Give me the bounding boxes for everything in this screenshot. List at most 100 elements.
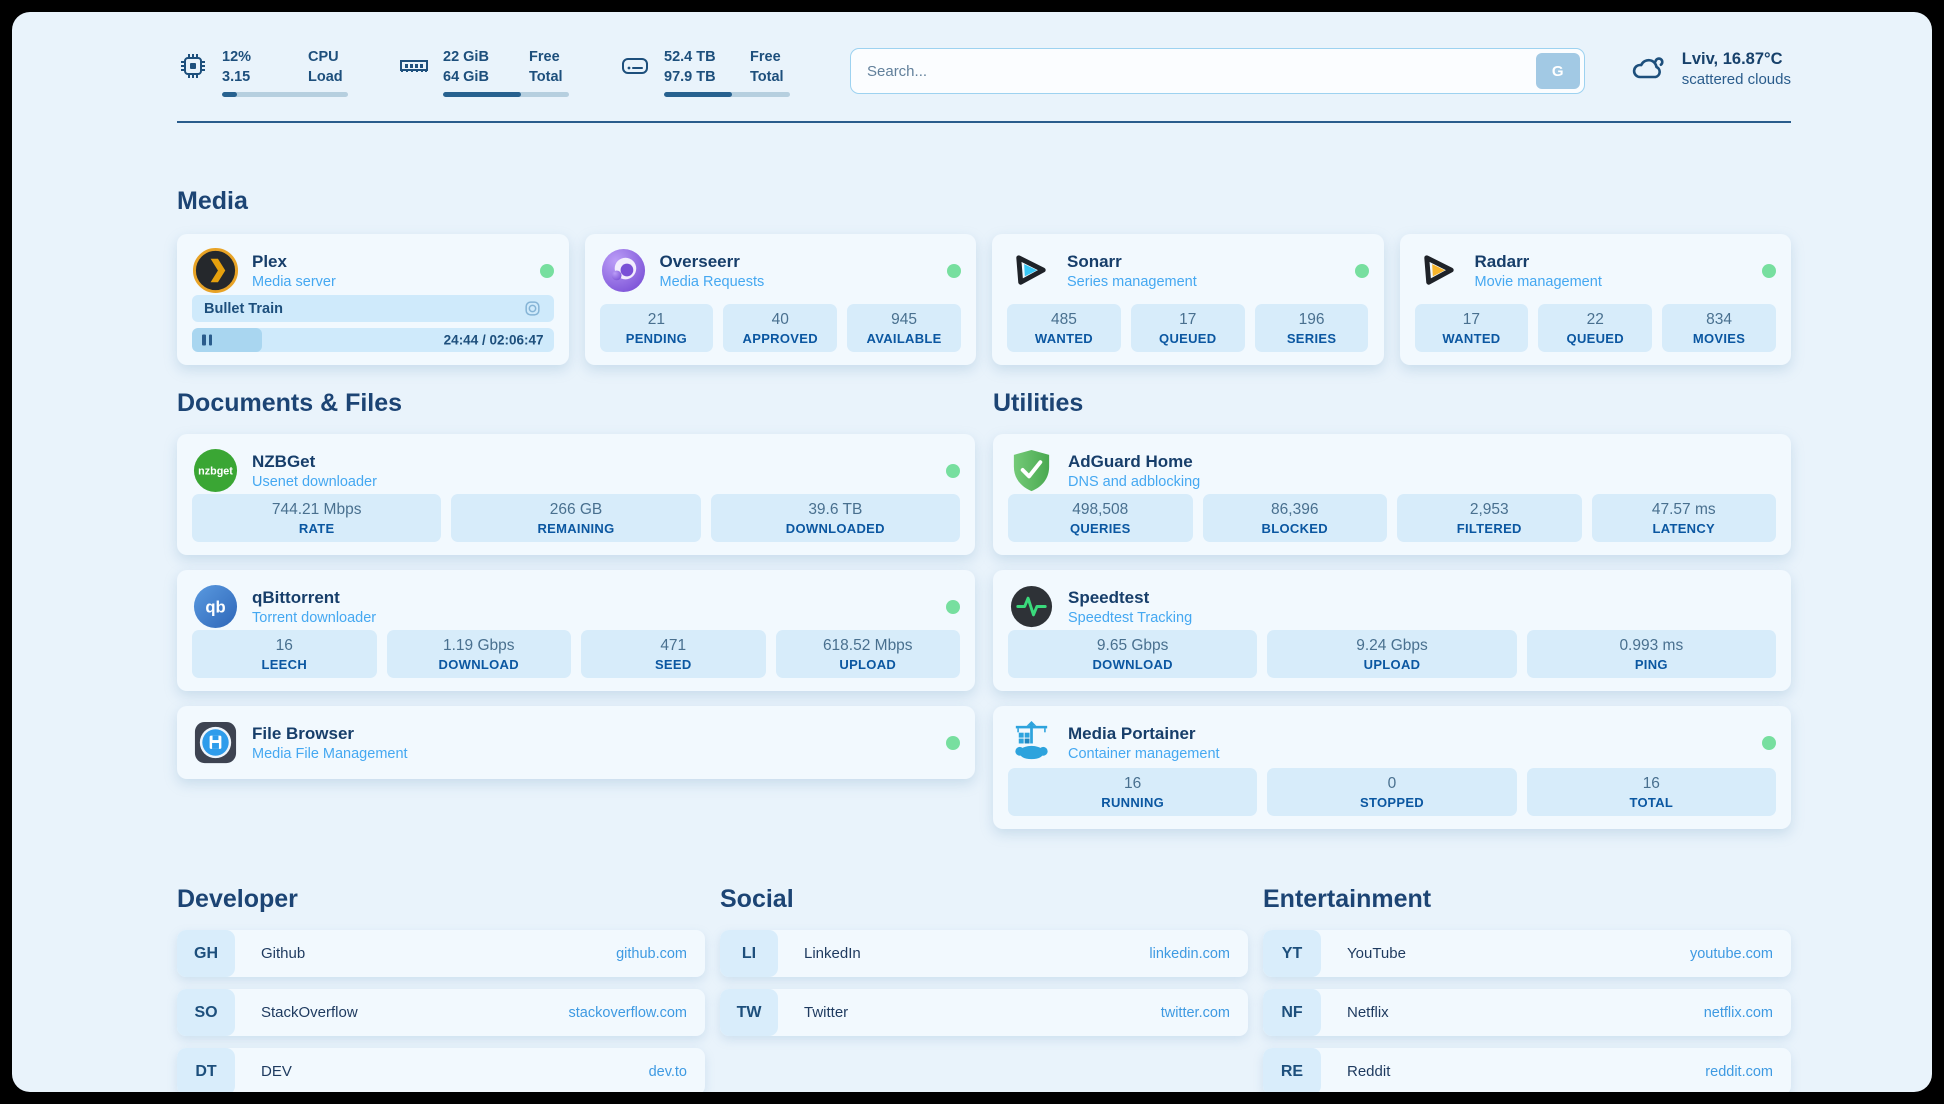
stat-leech: 16 LEECH <box>192 630 377 678</box>
playback-time: 24:44 / 02:06:47 <box>444 333 544 348</box>
cpu-icon <box>177 50 209 82</box>
stat-queries: 498,508 QUERIES <box>1008 494 1193 542</box>
app-description: Series management <box>1067 274 1197 290</box>
app-card-adguard[interactable]: AdGuard Home DNS and adblocking 498,508 … <box>993 434 1791 555</box>
disk-total-label: Total <box>750 68 802 88</box>
search-bar: G <box>850 48 1585 94</box>
app-description: Speedtest Tracking <box>1068 610 1192 626</box>
app-name: NZBGet <box>252 452 377 472</box>
status-dot <box>1762 736 1776 750</box>
svg-text:nzbget: nzbget <box>198 466 233 478</box>
bookmark-twitter[interactable]: TW Twitter twitter.com <box>720 989 1248 1036</box>
stat-upload: 9.24 Gbps UPLOAD <box>1267 630 1516 678</box>
app-description: Container management <box>1068 746 1220 762</box>
bookmark-url[interactable]: netflix.com <box>1704 1005 1773 1021</box>
stat-download: 1.19 Gbps DOWNLOAD <box>387 630 572 678</box>
bookmark-reddit[interactable]: RE Reddit reddit.com <box>1263 1048 1791 1092</box>
app-card-filebrowser[interactable]: File Browser Media File Management <box>177 706 975 779</box>
app-name: Plex <box>252 252 336 272</box>
app-description: Usenet downloader <box>252 474 377 490</box>
bookmark-netflix[interactable]: NF Netflix netflix.com <box>1263 989 1791 1036</box>
bookmark-abbr: SO <box>177 989 235 1036</box>
bookmark-name: Github <box>261 945 305 962</box>
stat-rate: 744.21 Mbps RATE <box>192 494 441 542</box>
stat-stopped: 0 STOPPED <box>1267 768 1516 816</box>
bookmark-dev[interactable]: DT DEV dev.to <box>177 1048 705 1092</box>
bookmark-abbr: YT <box>1263 930 1321 977</box>
weather-location: Lviv, 16.87°C <box>1682 48 1791 70</box>
app-description: Media File Management <box>252 746 408 762</box>
ram-stat: 22 GiB 64 GiB Free Total <box>398 48 581 97</box>
status-dot <box>1762 264 1776 278</box>
top-bar: 12% 3.15 CPU Load <box>177 12 1791 97</box>
cpu-stat: 12% 3.15 CPU Load <box>177 48 360 97</box>
bookmark-url[interactable]: twitter.com <box>1161 1005 1230 1021</box>
bookmark-url[interactable]: github.com <box>616 946 687 962</box>
ram-free-value: 22 GiB <box>443 48 495 68</box>
stat-download: 9.65 Gbps DOWNLOAD <box>1008 630 1257 678</box>
stat-seed: 471 SEED <box>581 630 766 678</box>
app-card-nzbget[interactable]: nzbget NZBGet Usenet downloader 744.21 M… <box>177 434 975 555</box>
cpu-usage-value: 12% <box>222 48 274 68</box>
stat-remaining: 266 GB REMAINING <box>451 494 700 542</box>
stat-approved: 40 APPROVED <box>723 304 837 352</box>
ram-total-value: 64 GiB <box>443 68 495 88</box>
stat-blocked: 86,396 BLOCKED <box>1203 494 1388 542</box>
bookmark-name: Twitter <box>804 1004 848 1021</box>
section-heading-entertainment: Entertainment <box>1263 885 1791 914</box>
app-card-sonarr[interactable]: Sonarr Series management 485 WANTED 17 Q… <box>992 234 1384 365</box>
bookmark-url[interactable]: linkedin.com <box>1149 946 1230 962</box>
app-name: Radarr <box>1475 252 1602 272</box>
cpu-label: CPU <box>308 48 360 68</box>
bookmark-linkedin[interactable]: LI LinkedIn linkedin.com <box>720 930 1248 977</box>
stat-series: 196 SERIES <box>1255 304 1369 352</box>
stat-downloaded: 39.6 TB DOWNLOADED <box>711 494 960 542</box>
bookmark-url[interactable]: reddit.com <box>1705 1064 1773 1080</box>
app-description: Media server <box>252 274 336 290</box>
app-name: File Browser <box>252 724 408 744</box>
ram-icon <box>398 50 430 82</box>
bookmark-stackoverflow[interactable]: SO StackOverflow stackoverflow.com <box>177 989 705 1036</box>
app-card-radarr[interactable]: Radarr Movie management 17 WANTED 22 QUE… <box>1400 234 1792 365</box>
pause-icon[interactable] <box>202 335 212 346</box>
nzbget-logo-icon: nzbget <box>192 447 239 494</box>
app-name: qBittorrent <box>252 588 376 608</box>
app-card-qbittorrent[interactable]: qb qBittorrent Torrent downloader 16 <box>177 570 975 691</box>
stat-movies: 834 MOVIES <box>1662 304 1776 352</box>
bookmark-abbr: RE <box>1263 1048 1321 1092</box>
header-divider <box>177 121 1791 123</box>
ram-total-label: Total <box>529 68 581 88</box>
stat-pending: 21 PENDING <box>600 304 714 352</box>
portainer-logo-icon <box>1008 719 1055 766</box>
disk-total-value: 97.9 TB <box>664 68 716 88</box>
app-description: Torrent downloader <box>252 610 376 626</box>
bookmark-youtube[interactable]: YT YouTube youtube.com <box>1263 930 1791 977</box>
app-name: Sonarr <box>1067 252 1197 272</box>
app-card-overseerr[interactable]: Overseerr Media Requests 21 PENDING 40 A… <box>585 234 977 365</box>
search-engine-button[interactable]: G <box>1536 53 1580 89</box>
ram-progress-bar <box>443 92 569 97</box>
section-heading-developer: Developer <box>177 885 705 914</box>
stat-upload: 618.52 Mbps UPLOAD <box>776 630 961 678</box>
bookmark-url[interactable]: youtube.com <box>1690 946 1773 962</box>
ram-free-label: Free <box>529 48 581 68</box>
dashboard-page: 12% 3.15 CPU Load <box>12 12 1932 1092</box>
stat-ping: 0.993 ms PING <box>1527 630 1776 678</box>
bookmark-url[interactable]: dev.to <box>649 1064 687 1080</box>
filebrowser-logo-icon <box>192 719 239 766</box>
app-card-plex[interactable]: Plex Media server Bullet Train <box>177 234 569 365</box>
app-card-portainer[interactable]: Media Portainer Container management 16 … <box>993 706 1791 829</box>
bookmark-url[interactable]: stackoverflow.com <box>569 1005 687 1021</box>
stat-available: 945 AVAILABLE <box>847 304 961 352</box>
section-heading-utilities: Utilities <box>993 389 1791 418</box>
status-dot <box>946 736 960 750</box>
status-dot <box>946 600 960 614</box>
cpu-progress-bar <box>222 92 348 97</box>
now-playing-title: Bullet Train <box>204 301 283 317</box>
status-dot <box>540 264 554 278</box>
bookmark-github[interactable]: GH Github github.com <box>177 930 705 977</box>
search-input[interactable] <box>850 48 1585 94</box>
weather-widget: Lviv, 16.87°C scattered clouds <box>1629 48 1791 88</box>
qbittorrent-logo-icon: qb <box>192 583 239 630</box>
app-card-speedtest[interactable]: Speedtest Speedtest Tracking 9.65 Gbps D… <box>993 570 1791 691</box>
